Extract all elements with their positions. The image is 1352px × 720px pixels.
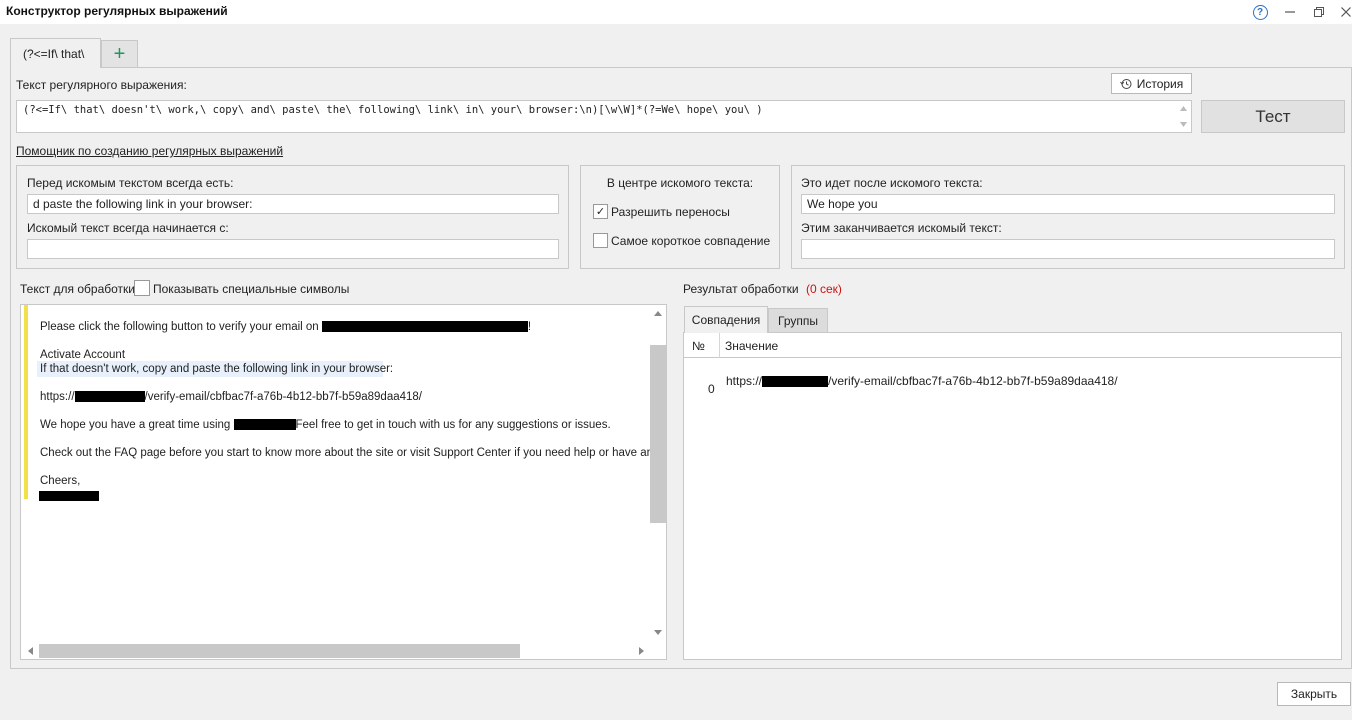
minimize-icon bbox=[1285, 11, 1295, 13]
scroll-right-icon bbox=[639, 647, 644, 655]
redacted-block bbox=[233, 419, 296, 431]
regex-scrollbar[interactable] bbox=[1176, 101, 1191, 132]
check-icon: ✓ bbox=[595, 206, 606, 218]
after-value: We hope you bbox=[807, 197, 878, 211]
minimize-button[interactable] bbox=[1279, 2, 1301, 22]
shortest-checkbox[interactable] bbox=[593, 233, 608, 248]
result-label: Результат обработки bbox=[683, 282, 799, 296]
text-line-6: Check out the FAQ page before you start … bbox=[40, 447, 650, 459]
close-icon bbox=[1341, 7, 1351, 17]
starts-input[interactable] bbox=[27, 239, 559, 259]
restore-icon bbox=[1314, 7, 1324, 17]
redacted-block bbox=[762, 376, 829, 388]
horizontal-scrollbar[interactable] bbox=[21, 643, 650, 659]
help-icon: ? bbox=[1252, 4, 1268, 20]
horizontal-scroll-thumb[interactable] bbox=[39, 644, 520, 658]
redacted-block bbox=[321, 321, 528, 333]
restore-button[interactable] bbox=[1308, 2, 1330, 22]
text-line-4: https:///verify-email/cbfbac7f-a76b-4b12… bbox=[40, 391, 422, 403]
history-icon bbox=[1119, 78, 1132, 89]
before-label: Перед искомым текстом всегда есть: bbox=[27, 176, 234, 190]
scroll-left-icon bbox=[28, 647, 33, 655]
ends-label: Этим заканчивается искомый текст: bbox=[801, 221, 1002, 235]
help-button[interactable]: ? bbox=[1249, 2, 1271, 22]
add-tab-button[interactable]: + bbox=[101, 40, 138, 67]
before-value: d paste the following link in your brows… bbox=[33, 197, 253, 211]
scroll-up-icon bbox=[654, 311, 662, 316]
text-line-3: If that doesn't work, copy and paste the… bbox=[40, 363, 394, 375]
source-textarea[interactable]: Please click the following button to ver… bbox=[20, 304, 667, 660]
column-divider bbox=[719, 333, 720, 358]
table-header: № Значение bbox=[684, 333, 1341, 358]
column-number[interactable]: № bbox=[692, 339, 705, 353]
special-chars-label: Показывать специальные символы bbox=[153, 282, 350, 296]
regex-value: (?<=If\ that\ doesn't\ work,\ copy\ and\… bbox=[23, 104, 763, 116]
result-table: № Значение 0 https:///verify-email/cbfba… bbox=[683, 332, 1342, 660]
tab-matches[interactable]: Совпадения bbox=[684, 306, 768, 333]
history-button[interactable]: История bbox=[1111, 73, 1192, 94]
source-label: Текст для обработки bbox=[20, 282, 136, 296]
wrap-checkbox[interactable]: ✓ bbox=[593, 204, 608, 219]
shortest-label: Самое короткое совпадение bbox=[611, 234, 771, 248]
regex-label: Текст регулярного выражения: bbox=[16, 78, 187, 92]
scroll-down-icon bbox=[654, 630, 662, 635]
text-line-2: Activate Account bbox=[40, 349, 126, 361]
vertical-scroll-thumb[interactable] bbox=[650, 345, 666, 523]
after-label: Это идет после искомого текста: bbox=[801, 176, 983, 190]
special-chars-checkbox[interactable] bbox=[134, 280, 150, 296]
close-window-button[interactable] bbox=[1335, 2, 1352, 22]
tab-groups[interactable]: Группы bbox=[768, 308, 828, 332]
after-input[interactable]: We hope you bbox=[801, 194, 1335, 214]
vertical-scrollbar[interactable] bbox=[650, 305, 666, 643]
redacted-block bbox=[74, 391, 145, 403]
test-button[interactable]: Тест bbox=[1201, 100, 1345, 133]
helper-link[interactable]: Помощник по созданию регулярных выражени… bbox=[16, 144, 283, 158]
regex-input[interactable]: (?<=If\ that\ doesn't\ work,\ copy\ and\… bbox=[16, 100, 1192, 133]
before-input[interactable]: d paste the following link in your brows… bbox=[27, 194, 559, 214]
column-value[interactable]: Значение bbox=[725, 339, 778, 353]
tab-regex-1[interactable]: (?<=If\ that\ bbox=[10, 38, 101, 68]
text-line-5: We hope you have a great time using Feel… bbox=[40, 419, 611, 431]
center-label: В центре искомого текста: bbox=[606, 176, 754, 190]
title-bar: Конструктор регулярных выражений ? bbox=[0, 0, 1352, 24]
redacted-signature bbox=[39, 491, 99, 501]
text-line-7: Cheers, bbox=[40, 475, 81, 487]
history-label: История bbox=[1136, 76, 1184, 91]
table-row[interactable]: 0 https:///verify-email/cbfbac7f-a76b-4b… bbox=[684, 359, 1341, 399]
wrap-label: Разрешить переносы bbox=[611, 205, 730, 219]
plus-icon: + bbox=[113, 42, 126, 65]
row-value: https:///verify-email/cbfbac7f-a76b-4b12… bbox=[726, 374, 1118, 388]
result-time: (0 сек) bbox=[806, 282, 842, 296]
starts-label: Искомый текст всегда начинается с: bbox=[27, 221, 229, 235]
scroll-arrows-icon bbox=[1180, 106, 1187, 127]
close-button[interactable]: Закрыть bbox=[1277, 682, 1351, 706]
ends-input[interactable] bbox=[801, 239, 1335, 259]
selection-bar bbox=[24, 305, 28, 499]
row-number: 0 bbox=[708, 382, 715, 396]
window-title: Конструктор регулярных выражений bbox=[6, 4, 228, 18]
text-line-1: Please click the following button to ver… bbox=[40, 321, 532, 333]
